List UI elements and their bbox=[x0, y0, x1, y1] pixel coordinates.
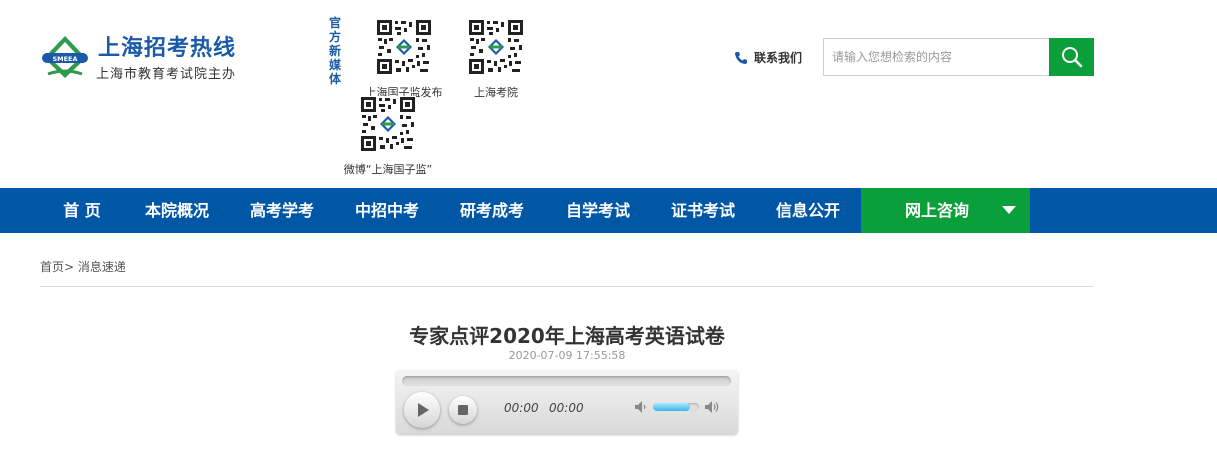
qr-code-icon bbox=[376, 19, 432, 75]
breadcrumb-current[interactable]: 消息速递 bbox=[78, 260, 126, 274]
volume-mute-icon[interactable] bbox=[633, 399, 649, 415]
search-input[interactable] bbox=[823, 38, 1049, 76]
site-header: SMEEA 上海招考热线 上海市教育考试院主办 官方新媒体 上海国子监发布 上海… bbox=[0, 0, 1217, 188]
logo-emblem-icon: SMEEA bbox=[42, 36, 88, 78]
contact-us-link[interactable]: 联系我们 bbox=[734, 49, 802, 66]
article-date: 2020-07-09 17:55:58 bbox=[508, 349, 626, 362]
breadcrumb-home[interactable]: 首页 bbox=[40, 260, 64, 274]
qr-code-icon bbox=[468, 19, 524, 75]
contact-us-label: 联系我们 bbox=[754, 51, 803, 65]
qr-caption: 上海考院 bbox=[474, 86, 518, 99]
qr-caption: 微博“上海国子监” bbox=[343, 163, 433, 176]
breadcrumb-divider bbox=[40, 286, 1094, 287]
volume-slider[interactable] bbox=[653, 403, 699, 411]
audio-player: 00:00 00:00 bbox=[396, 370, 738, 434]
logo-title: 上海招考热线 bbox=[98, 36, 237, 61]
nav-graduate-adult-exam[interactable]: 研考成考 bbox=[453, 188, 531, 233]
nav-certificate-exam[interactable]: 证书考试 bbox=[664, 188, 742, 233]
audio-progress-bar[interactable] bbox=[402, 376, 731, 386]
nav-self-study-exam[interactable]: 自学考试 bbox=[559, 188, 637, 233]
breadcrumb-separator: > bbox=[64, 260, 75, 274]
stop-button[interactable] bbox=[449, 396, 477, 424]
qr-weibo-guozijian[interactable]: 微博“上海国子监” bbox=[336, 96, 440, 177]
qr-code-icon bbox=[360, 96, 416, 152]
logo-subtitle: 上海市教育考试院主办 bbox=[96, 67, 237, 82]
qr-wechat-guozijian[interactable]: 上海国子监发布 bbox=[361, 19, 447, 100]
volume-slider-fill bbox=[653, 403, 690, 411]
audio-duration: 00:00 bbox=[549, 401, 584, 415]
logo-emblem-text: SMEEA bbox=[52, 55, 77, 63]
nav-gaokao[interactable]: 高考学考 bbox=[243, 188, 321, 233]
audio-current-time: 00:00 bbox=[504, 401, 539, 415]
official-media-label: 官方新媒体 bbox=[329, 16, 342, 86]
nav-online-consult[interactable]: 网上咨询 bbox=[861, 188, 1030, 233]
volume-max-icon[interactable] bbox=[704, 399, 722, 415]
main-nav: 首 页 本院概况 高考学考 中招中考 研考成考 自学考试 证书考试 信息公开 网… bbox=[0, 188, 1217, 233]
nav-info-disclosure[interactable]: 信息公开 bbox=[769, 188, 847, 233]
search-button[interactable] bbox=[1049, 38, 1094, 76]
nav-zhongkao[interactable]: 中招中考 bbox=[348, 188, 426, 233]
breadcrumb: 首页> 消息速递 bbox=[40, 258, 126, 275]
chevron-down-icon[interactable] bbox=[1002, 206, 1016, 214]
phone-icon bbox=[735, 51, 747, 64]
qr-shanghai-kaoyuan[interactable]: 上海考院 bbox=[468, 19, 524, 100]
search-bar bbox=[823, 38, 1094, 76]
nav-institute-overview[interactable]: 本院概况 bbox=[138, 188, 216, 233]
article-title: 专家点评2020年上海高考英语试卷 bbox=[409, 324, 725, 348]
nav-online-consult-label: 网上咨询 bbox=[905, 201, 970, 220]
search-icon bbox=[1061, 47, 1082, 68]
play-button[interactable] bbox=[404, 392, 440, 428]
nav-home[interactable]: 首 页 bbox=[46, 188, 118, 233]
site-logo[interactable]: SMEEA 上海招考热线 上海市教育考试院主办 bbox=[40, 30, 250, 86]
